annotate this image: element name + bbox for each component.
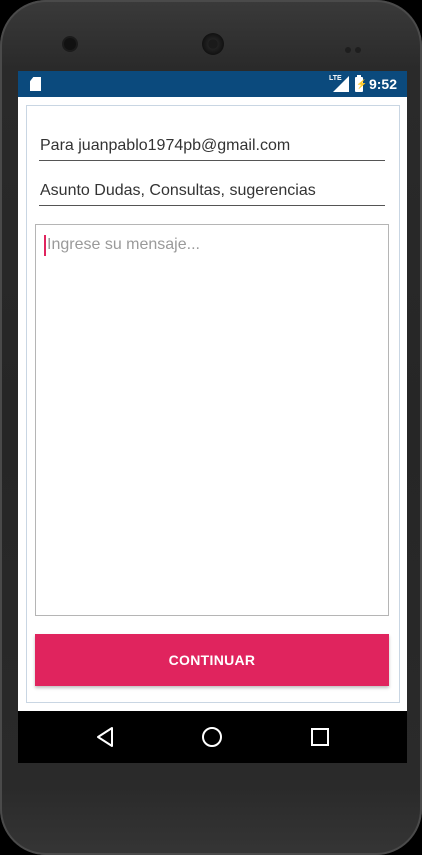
earpiece-speaker bbox=[202, 33, 224, 55]
message-placeholder: Ingrese su mensaje... bbox=[47, 236, 200, 253]
device-frame: LTE ⚡ 9:52 Para juanpablo1974pb@gmail.co… bbox=[0, 0, 422, 855]
network-type-label: LTE bbox=[328, 75, 342, 82]
continue-button[interactable]: CONTINUAR bbox=[35, 634, 389, 686]
contact-form-screen: Para juanpablo1974pb@gmail.com Asunto Du… bbox=[18, 97, 407, 711]
message-textarea[interactable]: Ingrese su mensaje... bbox=[35, 224, 389, 616]
recents-icon[interactable] bbox=[306, 723, 334, 751]
screen: LTE ⚡ 9:52 Para juanpablo1974pb@gmail.co… bbox=[18, 71, 407, 763]
battery-charging-icon: ⚡ bbox=[354, 74, 367, 92]
home-icon[interactable] bbox=[198, 723, 226, 751]
lte-signal-icon: LTE bbox=[328, 75, 349, 92]
navigation-bar bbox=[18, 711, 407, 763]
sensors bbox=[345, 40, 367, 53]
sd-card-icon bbox=[30, 77, 41, 91]
status-bar: LTE ⚡ 9:52 bbox=[18, 71, 407, 97]
to-field-value: Para juanpablo1974pb@gmail.com bbox=[40, 137, 291, 154]
form-card: Para juanpablo1974pb@gmail.com Asunto Du… bbox=[26, 105, 400, 703]
subject-field[interactable]: Asunto Dudas, Consultas, sugerencias bbox=[39, 173, 385, 206]
back-icon[interactable] bbox=[92, 723, 120, 751]
front-camera bbox=[64, 38, 76, 50]
clock: 9:52 bbox=[368, 76, 397, 92]
status-icons: LTE ⚡ 9:52 bbox=[329, 71, 397, 97]
subject-field-value: Asunto Dudas, Consultas, sugerencias bbox=[40, 182, 316, 199]
to-field[interactable]: Para juanpablo1974pb@gmail.com bbox=[39, 128, 385, 161]
text-cursor bbox=[44, 235, 46, 256]
